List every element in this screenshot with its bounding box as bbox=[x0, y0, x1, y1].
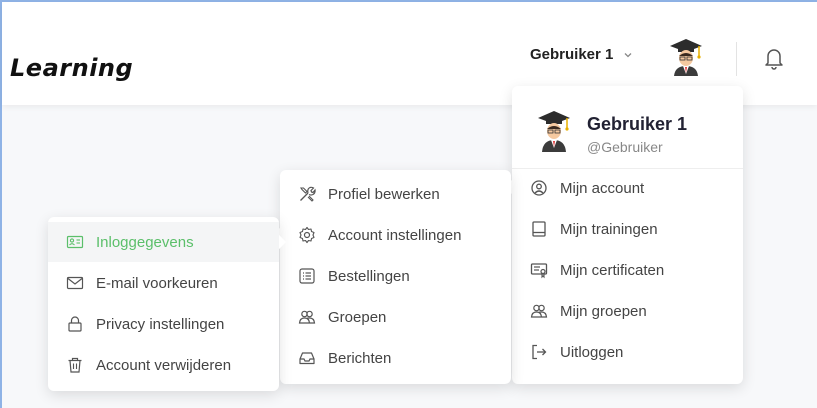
trash-icon bbox=[66, 356, 84, 374]
profile-name: Gebruiker 1 bbox=[587, 114, 688, 134]
user-circle-icon bbox=[530, 179, 548, 197]
menu-item-email-voorkeuren[interactable]: E-mail voorkeuren bbox=[48, 263, 279, 303]
menu-label: Bestellingen bbox=[328, 267, 410, 285]
menu-item-groepen[interactable]: Groepen bbox=[280, 297, 511, 337]
menu-item-mijn-groepen[interactable]: Mijn groepen bbox=[512, 291, 743, 331]
menu-label: Groepen bbox=[328, 308, 387, 326]
users-icon bbox=[530, 302, 548, 320]
menu-label: Mijn certificaten bbox=[560, 261, 665, 279]
menu-label: Mijn trainingen bbox=[560, 220, 658, 238]
user-name: Gebruiker 1 bbox=[530, 46, 614, 63]
bell-icon[interactable] bbox=[764, 46, 784, 70]
logout-icon bbox=[530, 343, 548, 361]
certificate-icon bbox=[530, 261, 548, 279]
user-dropdown: Gebruiker 1 @Gebruiker Mijn account Mijn… bbox=[504, 86, 743, 384]
user-menu-trigger[interactable]: Gebruiker 1 bbox=[530, 46, 633, 63]
avatar[interactable] bbox=[666, 36, 706, 76]
menu-label: Uitloggen bbox=[560, 343, 624, 361]
lock-icon bbox=[66, 315, 84, 333]
header-divider bbox=[736, 42, 737, 76]
gear-icon bbox=[298, 226, 316, 244]
menu-label: Profiel bewerken bbox=[328, 185, 440, 203]
profile-handle: @Gebruiker bbox=[587, 139, 663, 155]
book-icon bbox=[530, 220, 548, 238]
menu-label: Berichten bbox=[328, 349, 392, 367]
tools-icon bbox=[298, 185, 316, 203]
menu-item-account-verwijderen[interactable]: Account verwijderen bbox=[48, 345, 279, 385]
menu-label: Privacy instellingen bbox=[96, 315, 225, 333]
menu-label: Mijn account bbox=[560, 179, 645, 197]
menu-label: Inloggegevens bbox=[96, 233, 194, 251]
profile-avatar bbox=[534, 108, 574, 152]
menu-label: Account instellingen bbox=[328, 226, 462, 244]
menu-item-bestellingen[interactable]: Bestellingen bbox=[280, 256, 511, 296]
users-icon bbox=[298, 308, 316, 326]
menu-label: E-mail voorkeuren bbox=[96, 274, 218, 292]
mail-icon bbox=[66, 274, 84, 292]
menu-label: Mijn groepen bbox=[560, 302, 647, 320]
app-logo[interactable]: Learning bbox=[10, 54, 133, 82]
account-submenu: Profiel bewerken Account instellingen Be… bbox=[272, 170, 511, 384]
menu-item-mijn-trainingen[interactable]: Mijn trainingen bbox=[512, 209, 743, 249]
inbox-icon bbox=[298, 349, 316, 367]
menu-item-profiel-bewerken[interactable]: Profiel bewerken bbox=[280, 174, 511, 214]
id-card-icon bbox=[66, 233, 84, 251]
menu-item-berichten[interactable]: Berichten bbox=[280, 338, 511, 378]
menu-item-account-instellingen[interactable]: Account instellingen bbox=[280, 215, 511, 255]
settings-submenu: Inloggegevens E-mail voorkeuren Privacy … bbox=[48, 217, 287, 391]
menu-label: Account verwijderen bbox=[96, 356, 232, 374]
menu-item-mijn-account[interactable]: Mijn account bbox=[512, 168, 743, 208]
list-icon bbox=[298, 267, 316, 285]
profile-header: Gebruiker 1 @Gebruiker bbox=[512, 86, 743, 169]
menu-item-privacy-instellingen[interactable]: Privacy instellingen bbox=[48, 304, 279, 344]
menu-item-uitloggen[interactable]: Uitloggen bbox=[512, 332, 743, 372]
menu-item-inloggegevens[interactable]: Inloggegevens bbox=[48, 222, 279, 262]
menu-item-mijn-certificaten[interactable]: Mijn certificaten bbox=[512, 250, 743, 290]
chevron-down-icon bbox=[624, 52, 632, 57]
